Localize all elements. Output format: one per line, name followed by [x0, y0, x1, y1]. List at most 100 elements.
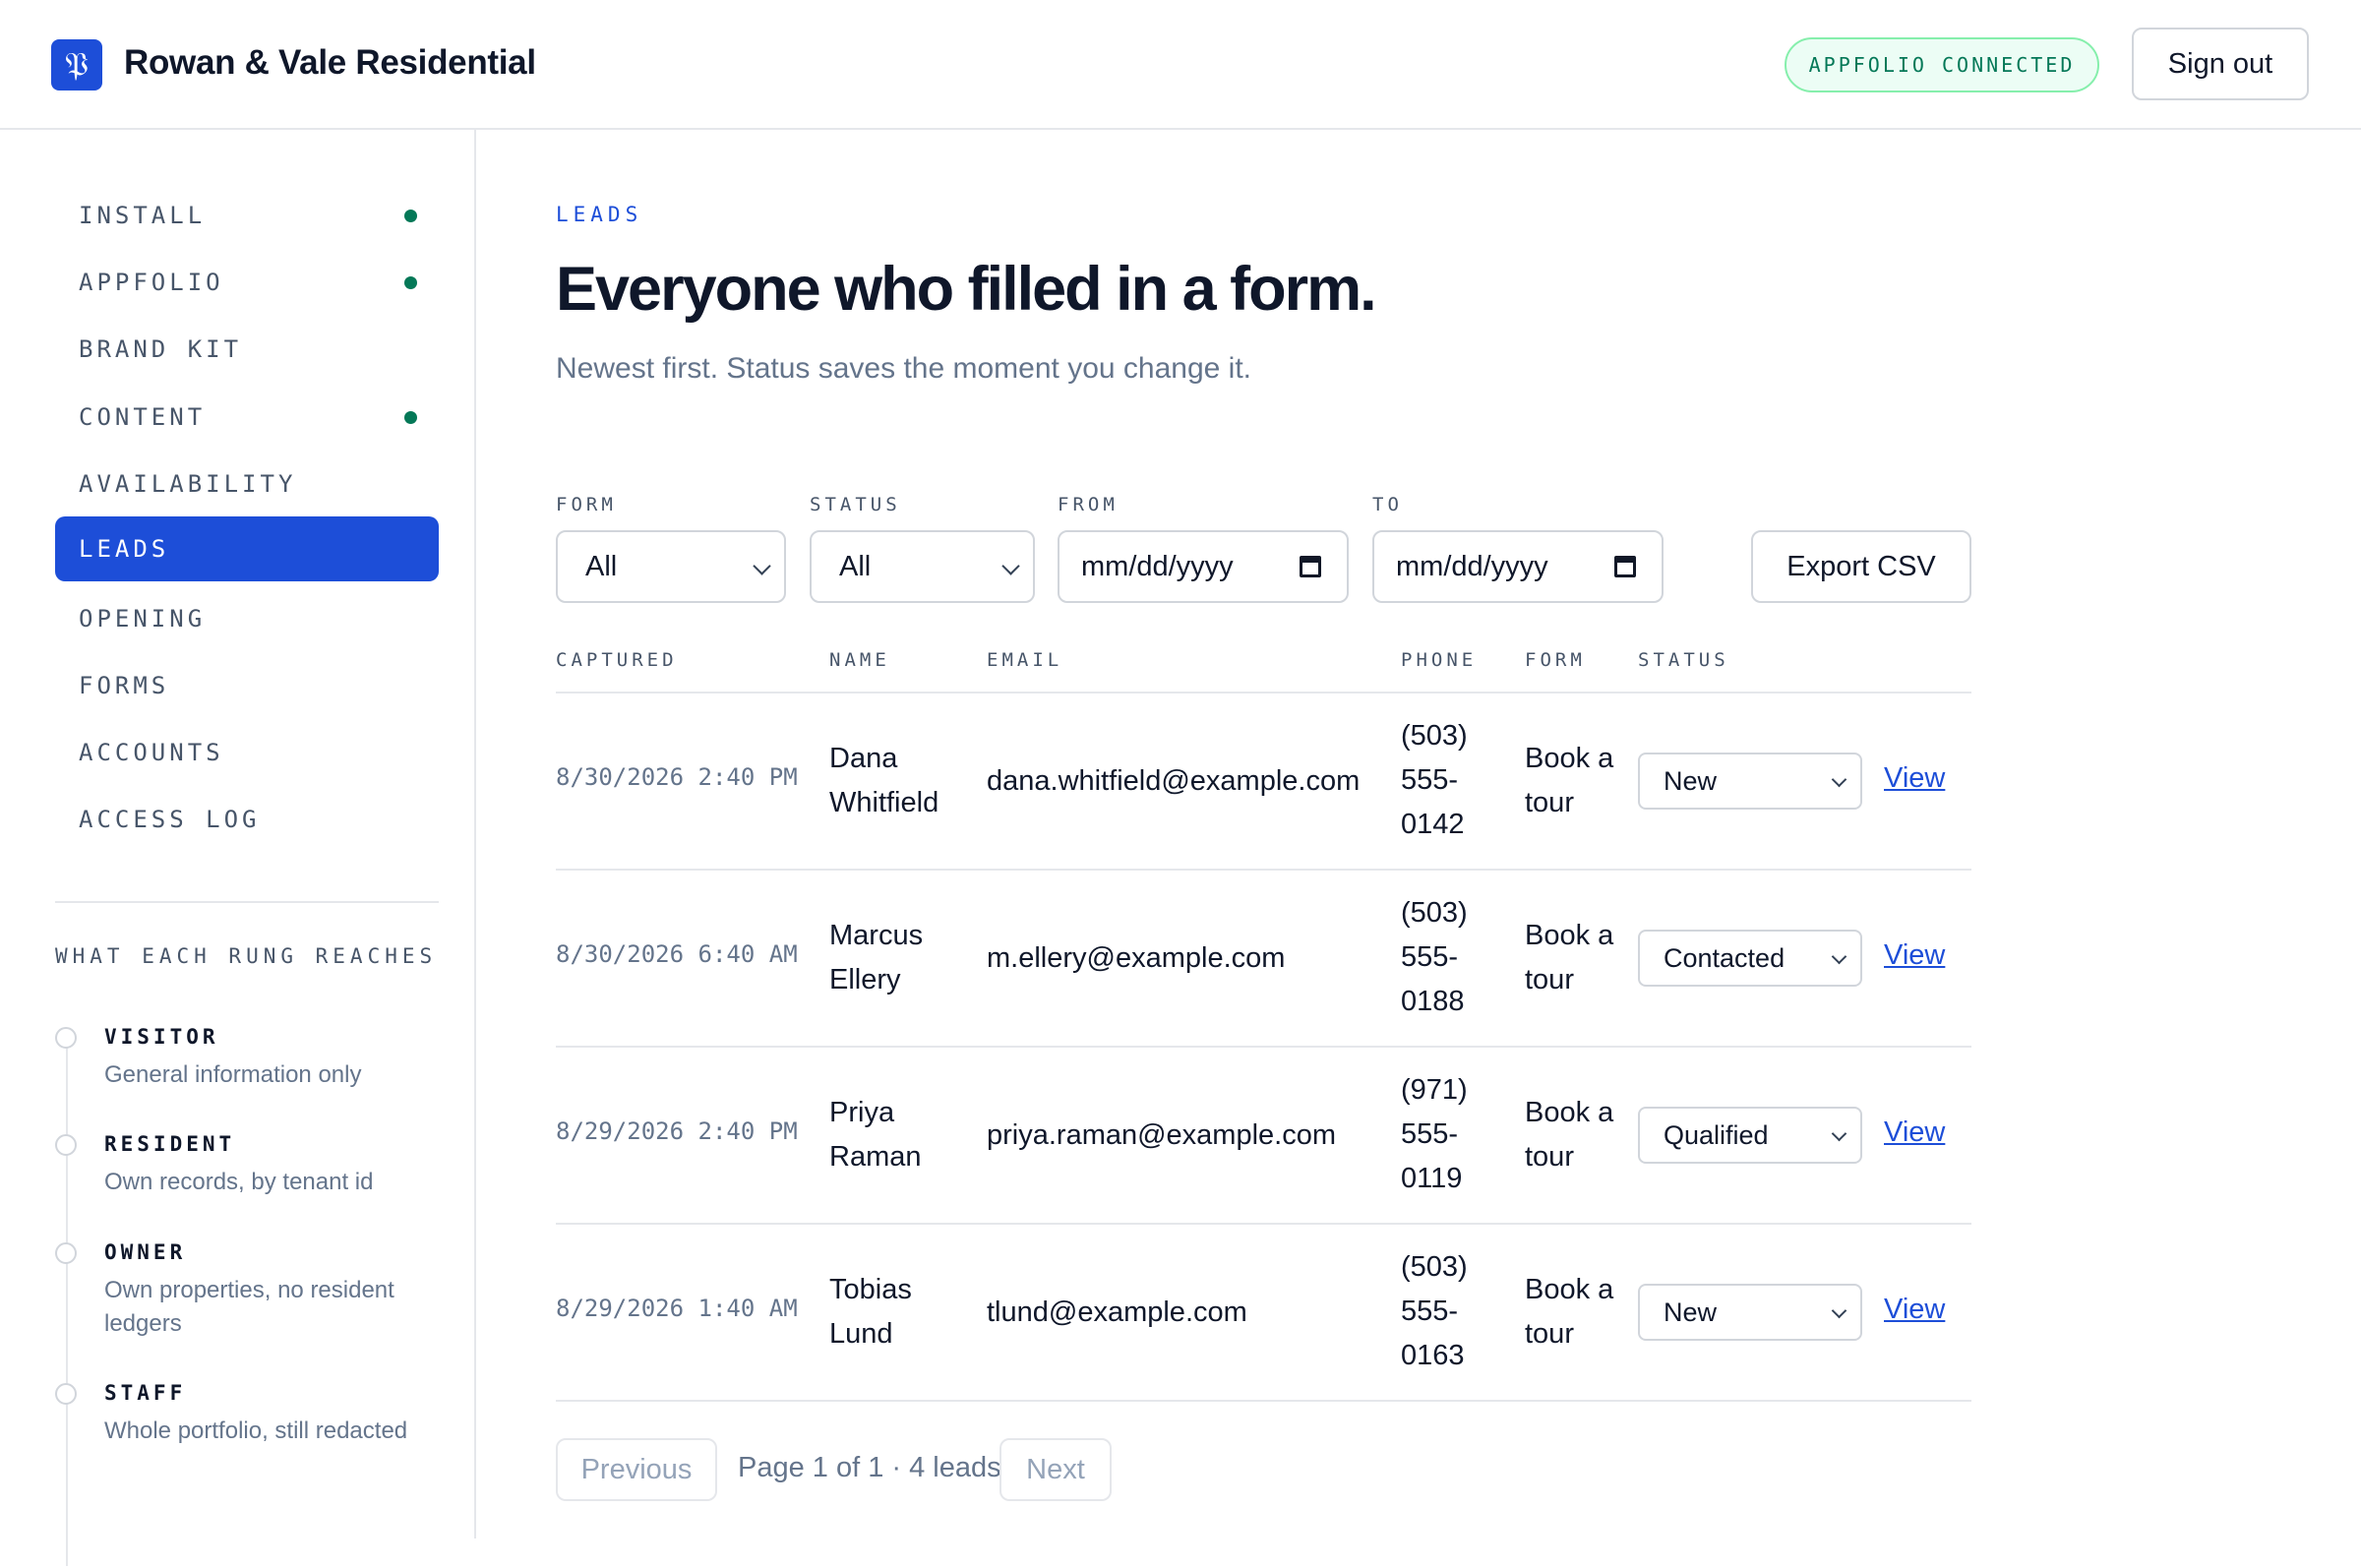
- sidebar-item-label: AVAILABILITY: [79, 470, 297, 498]
- lead-email: priya.raman@example.com: [987, 1119, 1337, 1151]
- lead-status-value: Contacted: [1664, 942, 1786, 973]
- rung-title: VISITOR: [104, 1025, 219, 1049]
- next-page-button[interactable]: Next: [999, 1438, 1112, 1501]
- status-filter-select[interactable]: All: [810, 530, 1035, 603]
- column-header-form: FORM: [1525, 649, 1586, 671]
- lead-status-value: New: [1664, 765, 1718, 796]
- lead-name: Tobias Lund: [829, 1274, 912, 1350]
- calendar-icon[interactable]: [1614, 556, 1636, 577]
- chevron-down-icon: [1831, 1302, 1847, 1319]
- sidebar-item-leads[interactable]: LEADS: [55, 516, 439, 581]
- sidebar-item-label: APPFOLIO: [79, 269, 224, 296]
- lead-status-value: Qualified: [1664, 1119, 1769, 1150]
- view-lead-link[interactable]: View: [1884, 762, 1945, 795]
- rung-circle-icon: [55, 1242, 77, 1264]
- complete-dot-icon: [404, 276, 417, 289]
- from-date-placeholder: mm/dd/yyyy: [1081, 550, 1234, 582]
- rung-description: General information only: [104, 1061, 362, 1088]
- lead-captured: 8/30/2026 6:40 AM: [556, 940, 798, 968]
- rung-ladder-line: [66, 1035, 68, 1566]
- rungs-heading: WHAT EACH RUNG REACHES: [55, 944, 438, 968]
- column-header-name: NAME: [829, 649, 890, 671]
- table-row: 8/30/2026 6:40 AM Marcus Ellery m.ellery…: [556, 870, 1971, 1047]
- sidebar-item-appfolio[interactable]: APPFOLIO: [55, 250, 439, 315]
- lead-phone: (503) 555-0188: [1401, 897, 1468, 1017]
- status-filter-value: All: [839, 550, 872, 582]
- column-header-captured: CAPTURED: [556, 649, 678, 671]
- rung-circle-icon: [55, 1383, 77, 1405]
- status-filter-label: STATUS: [810, 494, 901, 515]
- table-row: 8/29/2026 2:40 PM Priya Raman priya.rama…: [556, 1047, 1971, 1224]
- lead-phone: (971) 555-0119: [1401, 1074, 1468, 1194]
- sidebar-item-content[interactable]: CONTENT: [55, 385, 439, 450]
- rung-title: RESIDENT: [104, 1132, 236, 1156]
- sidebar-item-forms[interactable]: FORMS: [55, 653, 439, 718]
- appfolio-status-badge: APPFOLIO CONNECTED: [1785, 37, 2099, 92]
- sidebar-item-label: LEADS: [79, 535, 170, 563]
- lead-name: Priya Raman: [829, 1097, 922, 1173]
- sign-out-button[interactable]: Sign out: [2132, 28, 2309, 100]
- table-row: 8/29/2026 1:40 AM Tobias Lund tlund@exam…: [556, 1224, 1971, 1401]
- lead-status-select[interactable]: Qualified: [1638, 1107, 1862, 1164]
- sidebar-item-access-log[interactable]: ACCESS LOG: [55, 787, 439, 852]
- page-title: Everyone who filled in a form.: [556, 255, 1377, 324]
- lead-captured: 8/29/2026 1:40 AM: [556, 1295, 798, 1322]
- lead-status-value: New: [1664, 1297, 1718, 1327]
- sidebar: INSTALL APPFOLIO BRAND KIT CONTENT AVAIL…: [0, 130, 476, 1566]
- column-header-status: STATUS: [1638, 649, 1729, 671]
- brand-logo-icon: 𝔓: [51, 39, 102, 90]
- view-lead-link[interactable]: View: [1884, 939, 1945, 972]
- page-subtitle: Newest first. Status saves the moment yo…: [556, 352, 1251, 385]
- export-csv-button[interactable]: Export CSV: [1751, 530, 1971, 603]
- lead-form: Book a tour: [1525, 743, 1614, 818]
- view-lead-link[interactable]: View: [1884, 1294, 1945, 1326]
- form-filter-select[interactable]: All: [556, 530, 786, 603]
- lead-form: Book a tour: [1525, 1097, 1614, 1173]
- sidebar-item-availability[interactable]: AVAILABILITY: [55, 452, 439, 516]
- to-date-input[interactable]: mm/dd/yyyy: [1372, 530, 1664, 603]
- row-divider: [556, 1400, 1971, 1402]
- sidebar-item-install[interactable]: INSTALL: [55, 183, 439, 248]
- complete-dot-icon: [404, 411, 417, 424]
- rung-title: STAFF: [104, 1381, 187, 1405]
- lead-email: dana.whitfield@example.com: [987, 765, 1361, 797]
- chevron-down-icon: [1831, 948, 1847, 965]
- sidebar-item-brand-kit[interactable]: BRAND KIT: [55, 317, 439, 382]
- sidebar-item-label: CONTENT: [79, 403, 207, 431]
- to-date-placeholder: mm/dd/yyyy: [1396, 550, 1548, 582]
- lead-status-select[interactable]: Contacted: [1638, 930, 1862, 987]
- rung-description: Own properties, no resident ledgers: [104, 1277, 394, 1337]
- sidebar-divider: [55, 901, 439, 903]
- sidebar-item-accounts[interactable]: ACCOUNTS: [55, 720, 439, 785]
- sidebar-item-label: OPENING: [79, 605, 207, 633]
- lead-email: m.ellery@example.com: [987, 942, 1286, 974]
- view-lead-link[interactable]: View: [1884, 1116, 1945, 1149]
- lead-status-select[interactable]: New: [1638, 1284, 1862, 1341]
- rung-title: OWNER: [104, 1240, 187, 1264]
- lead-form: Book a tour: [1525, 920, 1614, 995]
- chevron-down-icon: [1831, 771, 1847, 788]
- top-bar: 𝔓 Rowan & Vale Residential APPFOLIO CONN…: [0, 0, 2361, 130]
- sidebar-item-label: BRAND KIT: [79, 335, 243, 363]
- sidebar-item-label: ACCESS LOG: [79, 806, 261, 833]
- form-filter-label: FORM: [556, 494, 617, 515]
- previous-page-button[interactable]: Previous: [556, 1438, 717, 1501]
- column-header-phone: PHONE: [1401, 649, 1478, 671]
- rung-description: Whole portfolio, still redacted: [104, 1417, 408, 1444]
- to-date-label: TO: [1372, 494, 1403, 515]
- lead-name: Dana Whitfield: [829, 743, 939, 818]
- lead-email: tlund@example.com: [987, 1297, 1247, 1328]
- section-eyebrow: LEADS: [556, 203, 643, 226]
- lead-status-select[interactable]: New: [1638, 753, 1862, 810]
- calendar-icon[interactable]: [1300, 556, 1321, 577]
- table-row: 8/30/2026 2:40 PM Dana Whitfield dana.wh…: [556, 693, 1971, 870]
- brand-name: Rowan & Vale Residential: [124, 43, 536, 82]
- form-filter-value: All: [585, 550, 618, 582]
- sidebar-item-opening[interactable]: OPENING: [55, 586, 439, 651]
- lead-name: Marcus Ellery: [829, 920, 924, 995]
- from-date-input[interactable]: mm/dd/yyyy: [1058, 530, 1349, 603]
- column-header-email: EMAIL: [987, 649, 1063, 671]
- complete-dot-icon: [404, 210, 417, 222]
- chevron-down-icon: [1001, 557, 1020, 575]
- rung-circle-icon: [55, 1134, 77, 1156]
